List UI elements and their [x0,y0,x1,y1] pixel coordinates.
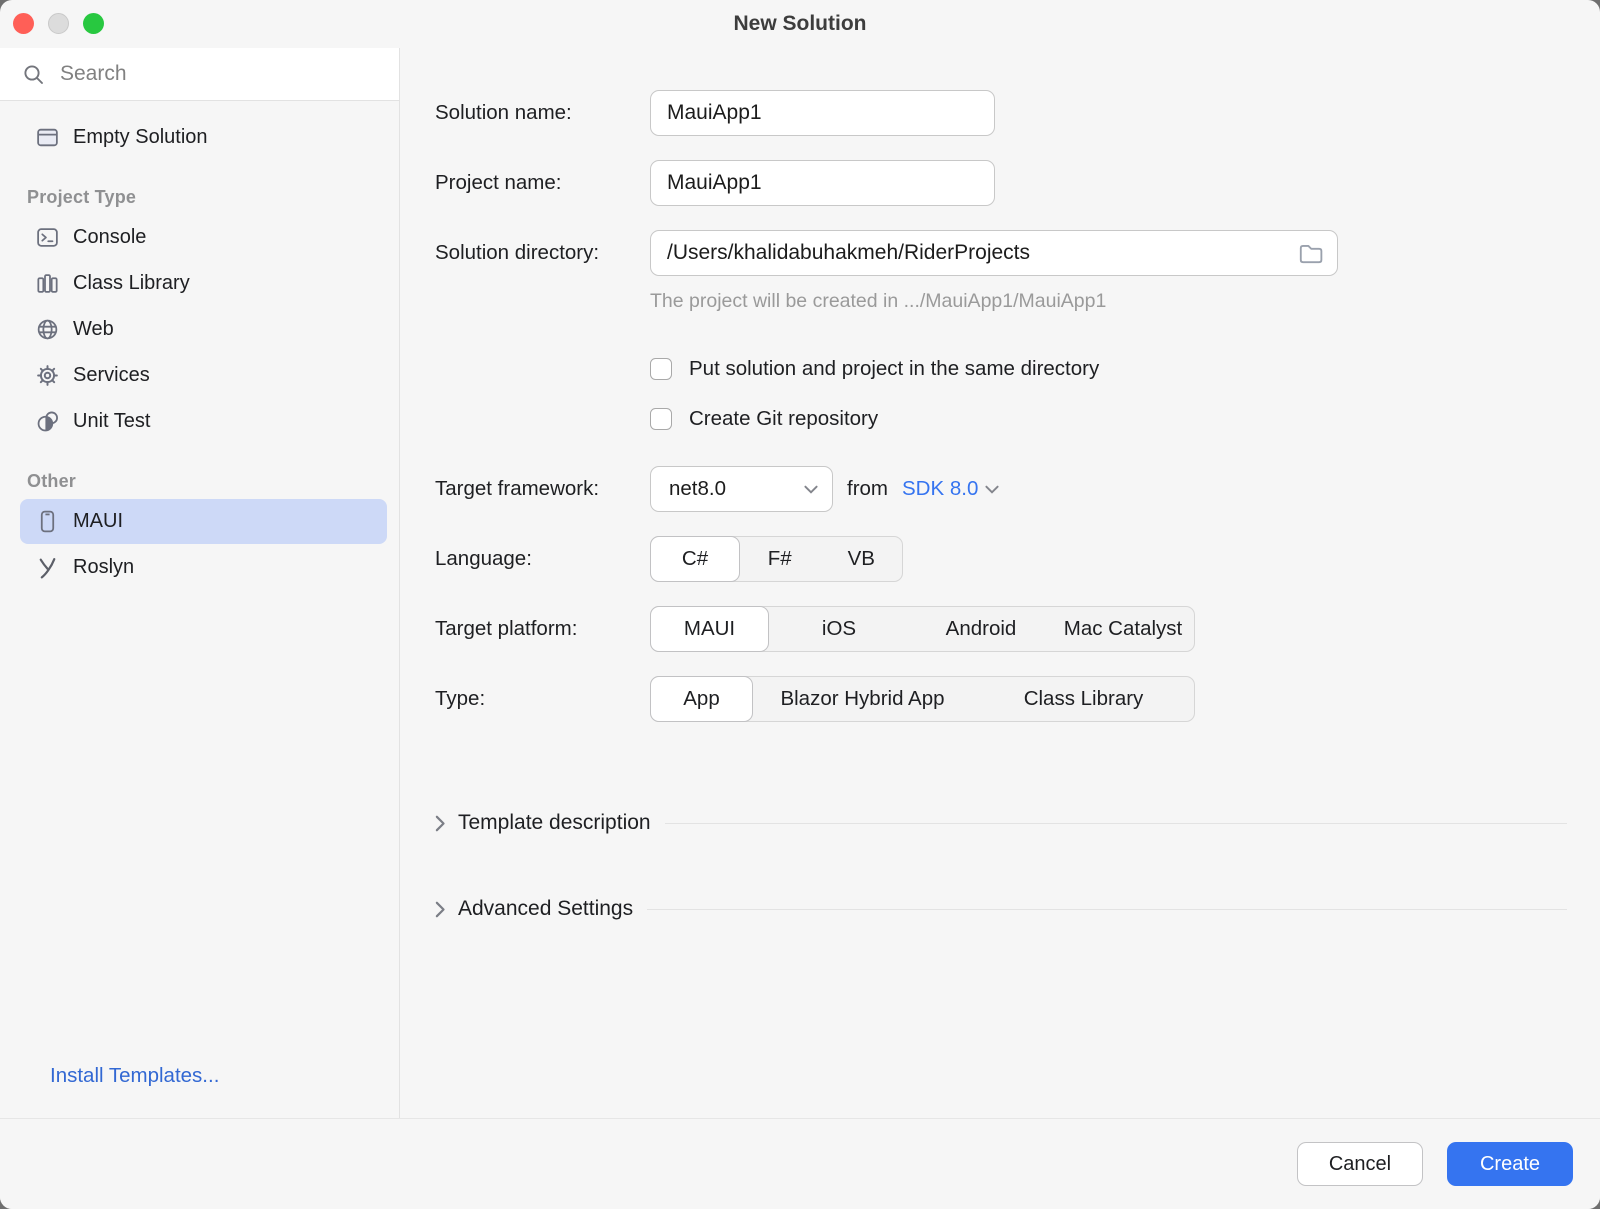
solution-directory-input[interactable] [650,230,1338,276]
empty-solution-icon [35,125,60,150]
dialog-footer: Cancel Create [0,1118,1600,1209]
sdk-value: SDK 8.0 [902,477,978,501]
template-description-label: Template description [458,811,651,835]
search-input[interactable] [60,62,399,86]
sidebar-item-label: MAUI [73,510,123,533]
project-name-label: Project name: [435,171,650,195]
section-header-other: Other [0,471,399,492]
class-library-icon [35,271,60,296]
platform-option-maui[interactable]: MAUI [650,606,769,652]
sidebar-item-label: Web [73,318,114,341]
type-label: Type: [435,687,650,711]
dialog-body: Empty Solution Project Type Console [0,48,1600,1118]
sidebar-item-empty-solution[interactable]: Empty Solution [20,115,387,160]
phone-icon [35,509,60,534]
git-repository-checkbox[interactable] [650,408,672,430]
gear-icon [35,363,60,388]
git-repository-checkbox-row: Create Git repository [650,396,1567,442]
zoom-button[interactable] [83,13,104,34]
solution-name-label: Solution name: [435,101,650,125]
platform-option-mac-catalyst[interactable]: Mac Catalyst [1052,607,1194,651]
chevron-right-icon [435,901,446,918]
language-label: Language: [435,547,650,571]
sidebar-item-label: Class Library [73,272,190,295]
roslyn-icon [35,555,60,580]
sidebar-item-label: Console [73,226,146,249]
install-templates-link[interactable]: Install Templates... [50,1064,219,1088]
language-option-csharp[interactable]: C# [650,536,740,582]
console-icon [35,225,60,250]
section-header-project-type: Project Type [0,187,399,208]
search-bar[interactable] [0,48,399,101]
divider [647,909,1567,910]
language-option-vb[interactable]: VB [821,537,903,581]
target-framework-value: net8.0 [669,477,804,501]
target-platform-segmented-control: MAUI iOS Android Mac Catalyst [650,606,1195,652]
template-list: Empty Solution Project Type Console [0,101,399,590]
sidebar-item-unit-test[interactable]: Unit Test [20,399,387,444]
sidebar-item-label: Unit Test [73,410,150,433]
divider [665,823,1567,824]
chevron-down-icon [804,485,818,494]
sdk-dropdown[interactable]: SDK 8.0 [902,477,999,501]
type-row: Type: App Blazor Hybrid App Class Librar… [435,676,1567,722]
sidebar-item-class-library[interactable]: Class Library [20,261,387,306]
sidebar-item-services[interactable]: Services [20,353,387,398]
create-button[interactable]: Create [1447,1142,1573,1186]
traffic-lights [13,13,104,34]
same-directory-checkbox[interactable] [650,358,672,380]
type-option-class-library[interactable]: Class Library [973,677,1194,721]
close-button[interactable] [13,13,34,34]
advanced-settings-label: Advanced Settings [458,897,633,921]
template-sidebar: Empty Solution Project Type Console [0,48,400,1118]
globe-icon [35,317,60,342]
search-icon [22,63,45,86]
target-framework-label: Target framework: [435,477,650,501]
target-platform-row: Target platform: MAUI iOS Android Mac Ca… [435,606,1567,652]
same-directory-checkbox-label: Put solution and project in the same dir… [689,357,1099,381]
target-framework-dropdown[interactable]: net8.0 [650,466,833,512]
platform-option-ios[interactable]: iOS [768,607,910,651]
language-row: Language: C# F# VB [435,536,1567,582]
minimize-button[interactable] [48,13,69,34]
platform-option-android[interactable]: Android [910,607,1052,651]
window-title: New Solution [734,12,867,36]
template-description-section[interactable]: Template description [435,808,1567,838]
cancel-button[interactable]: Cancel [1297,1142,1423,1186]
chevron-right-icon [435,815,446,832]
new-solution-form: Solution name: Project name: Solution di… [400,48,1600,1118]
sidebar-item-maui[interactable]: MAUI [20,499,387,544]
language-segmented-control: C# F# VB [650,536,903,582]
sidebar-item-console[interactable]: Console [20,215,387,260]
new-solution-dialog: New Solution [0,0,1600,1209]
solution-name-row: Solution name: [435,90,1567,136]
title-bar: New Solution [0,0,1600,48]
type-option-blazor-hybrid-app[interactable]: Blazor Hybrid App [752,677,973,721]
language-option-fsharp[interactable]: F# [739,537,821,581]
sidebar-item-label: Empty Solution [73,126,208,149]
from-label: from [847,477,888,501]
sidebar-item-web[interactable]: Web [20,307,387,352]
chevron-down-icon [985,485,999,494]
solution-directory-row: Solution directory: [435,230,1567,276]
folder-browse-icon[interactable] [1297,240,1323,266]
sidebar-item-label: Services [73,364,150,387]
target-framework-row: Target framework: net8.0 from SDK 8.0 [435,466,1567,512]
same-directory-checkbox-row: Put solution and project in the same dir… [650,346,1567,392]
sidebar-item-label: Roslyn [73,556,134,579]
type-option-app[interactable]: App [650,676,753,722]
git-repository-checkbox-label: Create Git repository [689,407,878,431]
solution-directory-field [650,230,1338,276]
sidebar-item-roslyn[interactable]: Roslyn [20,545,387,590]
type-segmented-control: App Blazor Hybrid App Class Library [650,676,1195,722]
advanced-settings-section[interactable]: Advanced Settings [435,894,1567,924]
solution-directory-label: Solution directory: [435,241,650,265]
project-name-input[interactable] [650,160,995,206]
directory-helper-text: The project will be created in .../MauiA… [650,290,1567,314]
target-platform-label: Target platform: [435,617,650,641]
project-name-row: Project name: [435,160,1567,206]
unit-test-icon [35,409,60,434]
solution-name-input[interactable] [650,90,995,136]
